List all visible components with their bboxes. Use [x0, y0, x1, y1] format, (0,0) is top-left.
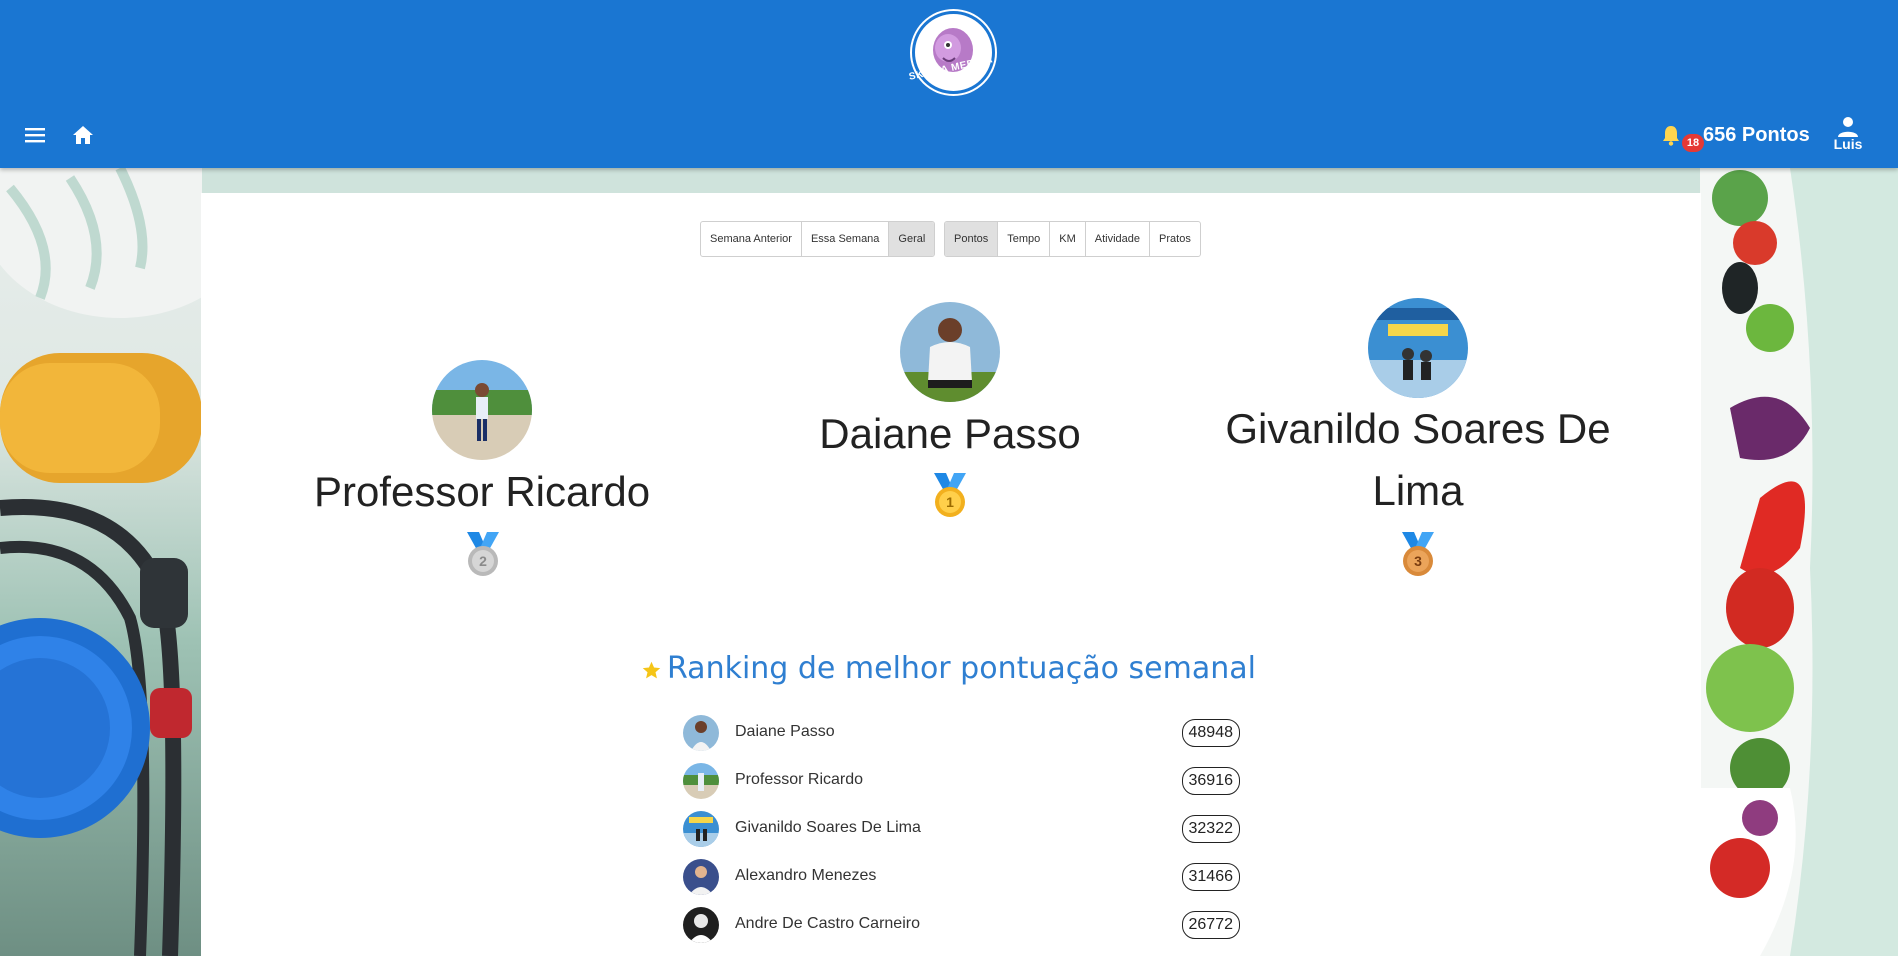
star-icon	[642, 661, 661, 679]
filter-pratos[interactable]: Pratos	[1150, 222, 1200, 256]
ranking-row[interactable]: Givanildo Soares De Lima 32322	[683, 809, 1240, 849]
avatar	[683, 715, 719, 751]
bell-icon[interactable]	[1661, 124, 1681, 146]
podium-second-avatar[interactable]	[432, 360, 532, 460]
avatar	[683, 763, 719, 799]
salad-background-image	[1700, 168, 1898, 956]
gold-medal-icon: 1	[934, 473, 966, 517]
podium-third-avatar[interactable]	[1368, 298, 1468, 398]
filter-geral[interactable]: Geral	[889, 222, 935, 256]
user-name: Luis	[1833, 136, 1863, 152]
avatar	[683, 811, 719, 847]
filter-semana-anterior[interactable]: Semana Anterior	[701, 222, 802, 256]
bronze-medal-icon: 3	[1402, 532, 1434, 576]
ranking-title: Ranking de melhor pontuação semanal	[667, 651, 1256, 686]
podium-first-avatar[interactable]	[900, 302, 1000, 402]
ranking-row[interactable]: Professor Ricardo 36916	[683, 761, 1240, 801]
person-icon	[1838, 117, 1858, 137]
ranking-row[interactable]: Andre De Castro Carneiro 26772	[683, 905, 1240, 945]
svg-text:2: 2	[479, 553, 487, 569]
ranking-row[interactable]: Daiane Passo 48948	[683, 713, 1240, 753]
ranking-name: Andre De Castro Carneiro	[735, 915, 920, 932]
mascot-icon	[933, 28, 973, 72]
podium-second-name: Professor Ricardo	[313, 468, 651, 515]
podium-first-name: Daiane Passo	[819, 410, 1081, 457]
ranking-score: 31466	[1181, 863, 1240, 891]
ranking-name: Daiane Passo	[735, 723, 835, 740]
podium-third-name-line2: Lima	[1372, 467, 1464, 514]
filter-essa-semana[interactable]: Essa Semana	[802, 222, 890, 256]
app-logo[interactable]	[912, 11, 995, 94]
ranking-score: 48948	[1181, 719, 1240, 747]
notification-badge: 18	[1682, 134, 1704, 152]
points-total: 656 Pontos	[1703, 124, 1810, 146]
period-filter-group: Semana Anterior Essa Semana Geral	[700, 221, 936, 257]
ranking-name: Alexandro Menezes	[735, 867, 877, 884]
filter-atividade[interactable]: Atividade	[1086, 222, 1151, 256]
ranking-name: Givanildo Soares De Lima	[735, 819, 921, 836]
ranking-row[interactable]: Alexandro Menezes 31466	[683, 857, 1240, 897]
silver-medal-icon: 2	[467, 532, 499, 576]
home-icon[interactable]	[72, 124, 94, 146]
avatar	[683, 907, 719, 943]
user-menu[interactable]: Luis	[1830, 116, 1866, 152]
filter-km[interactable]: KM	[1050, 222, 1086, 256]
ranking-score: 36916	[1181, 767, 1240, 795]
ranking-name: Professor Ricardo	[735, 771, 864, 788]
svg-text:3: 3	[1414, 553, 1422, 569]
avatar	[683, 859, 719, 895]
ranking-score: 32322	[1181, 815, 1240, 843]
svg-text:1: 1	[946, 494, 954, 510]
podium-third-name-line1: Givanildo Soares De	[1225, 405, 1611, 452]
menu-icon[interactable]	[24, 126, 46, 144]
metric-filter-group: Pontos Tempo KM Atividade Pratos	[944, 221, 1201, 257]
filter-pontos[interactable]: Pontos	[945, 222, 999, 256]
fitness-background-image	[0, 168, 202, 956]
filter-tempo[interactable]: Tempo	[998, 222, 1051, 256]
top-app-bar: SKF NA MEDIDA 18 656 Pontos Luis	[0, 0, 1898, 168]
ranking-score: 26772	[1181, 911, 1240, 939]
